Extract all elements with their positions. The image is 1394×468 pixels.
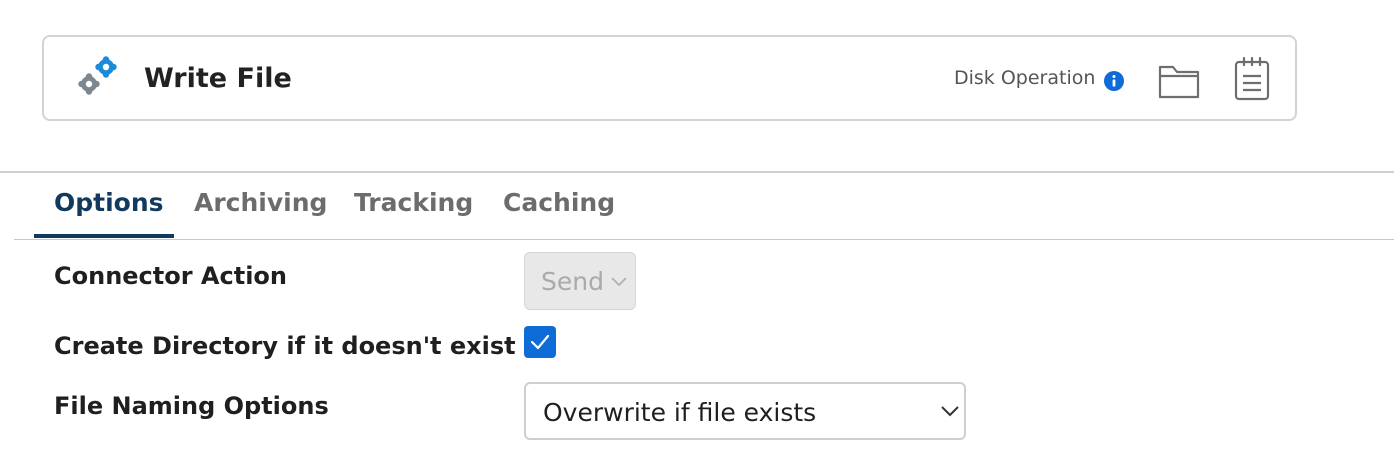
connector-title: Write File	[144, 63, 292, 94]
tab-tracking[interactable]: Tracking	[354, 188, 473, 217]
tab-options[interactable]: Options	[54, 188, 164, 217]
info-icon[interactable]	[1104, 71, 1124, 91]
gears-icon	[78, 56, 117, 95]
file-naming-value: Overwrite if file exists	[543, 398, 817, 427]
tab-bar: Options Archiving Tracking Caching	[14, 172, 1394, 240]
connector-action-select: Send	[524, 252, 636, 310]
checkmark-icon	[530, 334, 550, 350]
notepad-icon[interactable]	[1234, 57, 1270, 101]
connector-header-card: Write File Disk Operation	[42, 35, 1297, 121]
file-naming-label: File Naming Options	[54, 392, 329, 420]
connector-action-value: Send	[541, 267, 604, 296]
create-directory-checkbox[interactable]	[524, 326, 556, 358]
create-directory-label: Create Directory if it doesn't exist	[54, 332, 516, 360]
tab-bar-border	[14, 239, 1394, 240]
tab-caching[interactable]: Caching	[503, 188, 615, 217]
operation-type-label: Disk Operation	[954, 67, 1096, 89]
active-tab-indicator	[34, 234, 174, 238]
connector-action-label: Connector Action	[54, 262, 288, 290]
folder-icon[interactable]	[1158, 63, 1200, 99]
chevron-down-icon	[611, 277, 627, 287]
tab-archiving[interactable]: Archiving	[194, 188, 327, 217]
file-naming-select[interactable]: Overwrite if file exists	[524, 382, 966, 440]
chevron-down-icon	[941, 406, 959, 417]
